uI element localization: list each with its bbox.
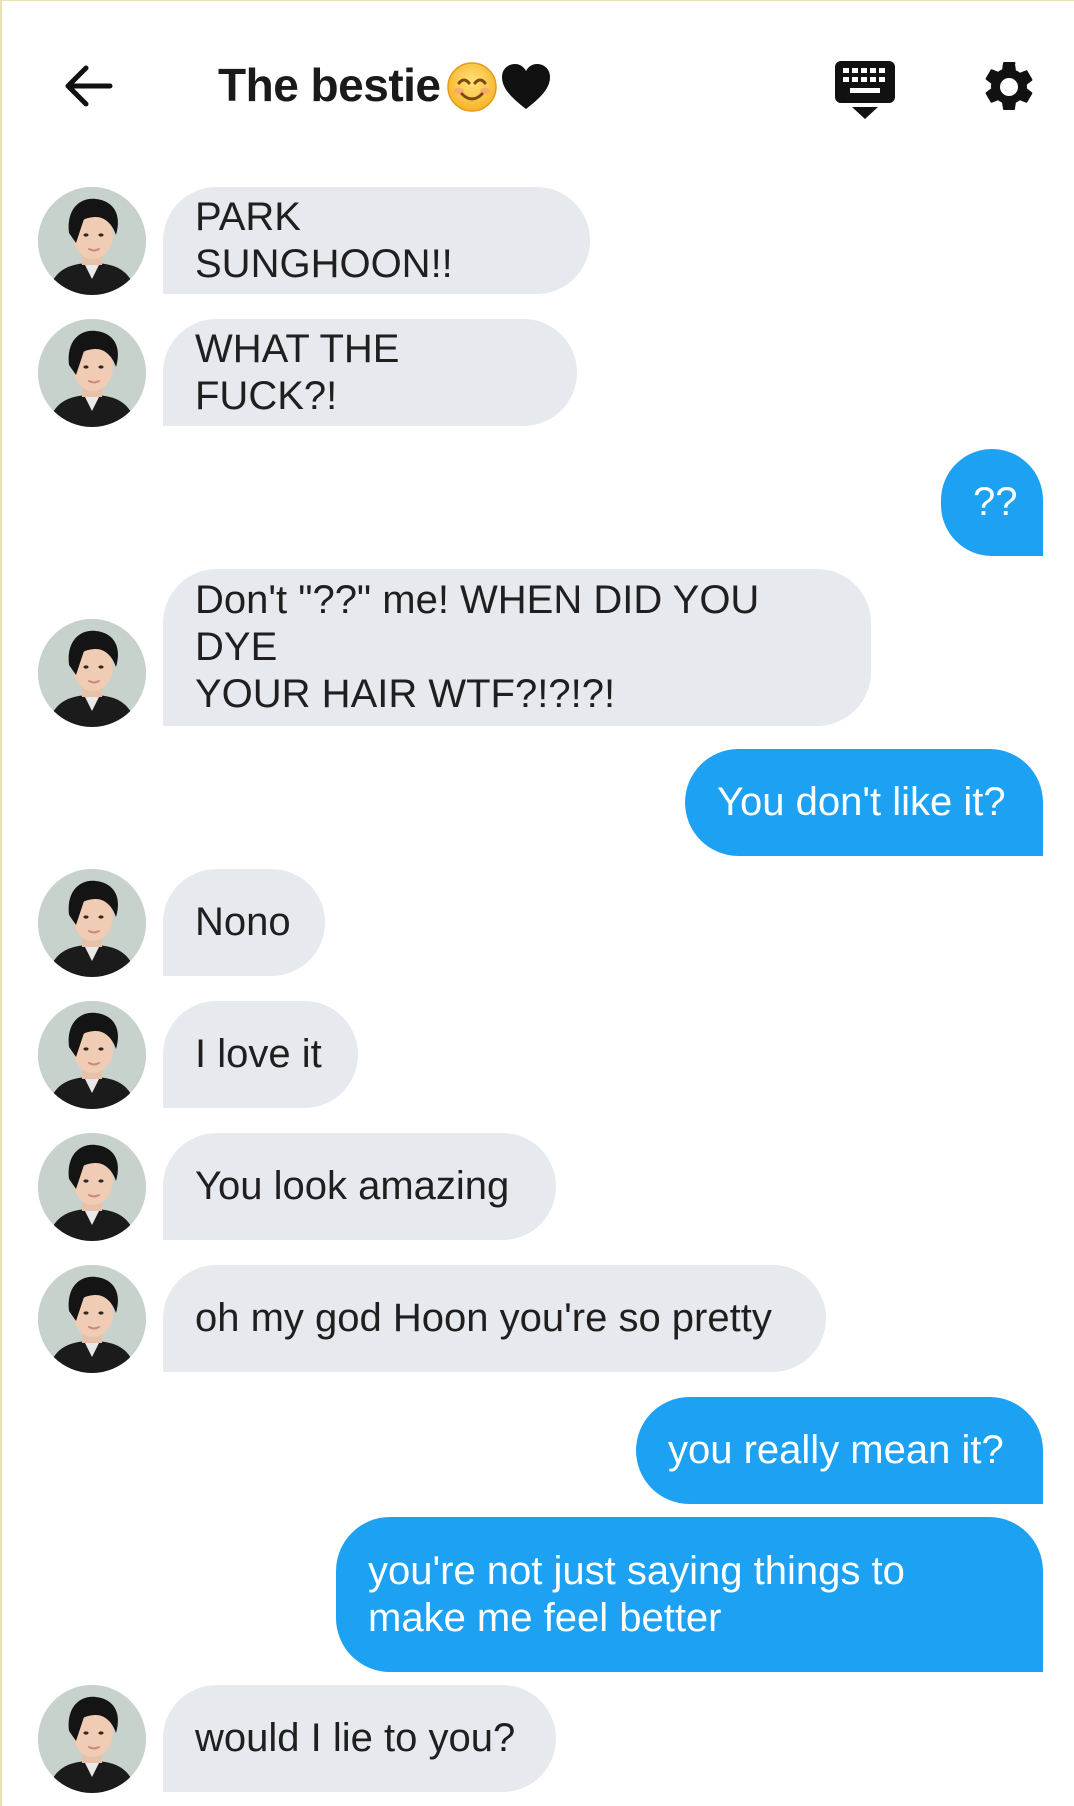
message-text: oh my god Hoon you're so pretty bbox=[195, 1296, 772, 1340]
avatar[interactable] bbox=[38, 187, 146, 295]
message-text: Nono bbox=[195, 900, 291, 944]
avatar[interactable] bbox=[38, 319, 146, 427]
chat-title-text: The bestie bbox=[218, 59, 441, 111]
avatar[interactable] bbox=[38, 1265, 146, 1373]
outgoing-message[interactable]: ?? bbox=[941, 449, 1043, 556]
message-text: WHAT THE FUCK?! bbox=[195, 326, 400, 418]
outgoing-message[interactable]: you really mean it? bbox=[636, 1397, 1043, 1504]
person-photo bbox=[38, 1133, 146, 1241]
person-photo bbox=[38, 1001, 146, 1109]
avatar[interactable] bbox=[38, 1133, 146, 1241]
avatar[interactable] bbox=[38, 869, 146, 977]
chat-title-emojis bbox=[445, 56, 553, 114]
person-photo bbox=[38, 187, 146, 295]
settings-button[interactable] bbox=[979, 57, 1039, 117]
smiling-face-icon bbox=[446, 62, 497, 112]
message-text: PARK SUNGHOON!! bbox=[195, 194, 453, 286]
chat-title: The bestie 😊🖤 bbox=[218, 55, 553, 115]
message-text: You don't like it? bbox=[717, 780, 1006, 824]
arrow-left-icon bbox=[65, 65, 113, 107]
outgoing-message[interactable]: You don't like it? bbox=[685, 749, 1043, 856]
back-button[interactable] bbox=[58, 59, 118, 113]
message-text: You look amazing bbox=[195, 1164, 510, 1208]
message-text: I love it bbox=[195, 1032, 322, 1076]
message-text: would I lie to you? bbox=[195, 1716, 516, 1760]
incoming-message[interactable]: WHAT THE FUCK?! bbox=[163, 319, 577, 426]
message-text: ?? bbox=[973, 480, 1018, 524]
avatar[interactable] bbox=[38, 619, 146, 727]
gear-icon bbox=[985, 61, 1033, 110]
person-photo bbox=[38, 869, 146, 977]
hide-keyboard-button[interactable] bbox=[833, 59, 897, 121]
avatar[interactable] bbox=[38, 1001, 146, 1109]
incoming-message[interactable]: Don't "??" me! WHEN DID YOU DYE YOUR HAI… bbox=[163, 569, 871, 726]
message-text: Don't "??" me! WHEN DID YOU DYE YOUR HAI… bbox=[195, 578, 760, 716]
incoming-message[interactable]: You look amazing bbox=[163, 1133, 556, 1240]
person-photo bbox=[38, 619, 146, 727]
person-photo bbox=[38, 1685, 146, 1793]
keyboard-hide-icon bbox=[835, 61, 895, 119]
incoming-message[interactable]: PARK SUNGHOON!! bbox=[163, 187, 590, 294]
message-text: you're not just saying things to make me… bbox=[368, 1548, 905, 1640]
incoming-message[interactable]: would I lie to you? bbox=[163, 1685, 556, 1792]
black-heart-icon bbox=[501, 63, 550, 109]
message-text: you really mean it? bbox=[668, 1428, 1004, 1472]
incoming-message[interactable]: Nono bbox=[163, 869, 325, 976]
chat-header: The bestie 😊🖤 bbox=[2, 1, 1074, 171]
person-photo bbox=[38, 1265, 146, 1373]
incoming-message[interactable]: oh my god Hoon you're so pretty bbox=[163, 1265, 826, 1372]
outgoing-message[interactable]: you're not just saying things to make me… bbox=[336, 1517, 1043, 1672]
person-photo bbox=[38, 319, 146, 427]
avatar[interactable] bbox=[38, 1685, 146, 1793]
incoming-message[interactable]: I love it bbox=[163, 1001, 358, 1108]
